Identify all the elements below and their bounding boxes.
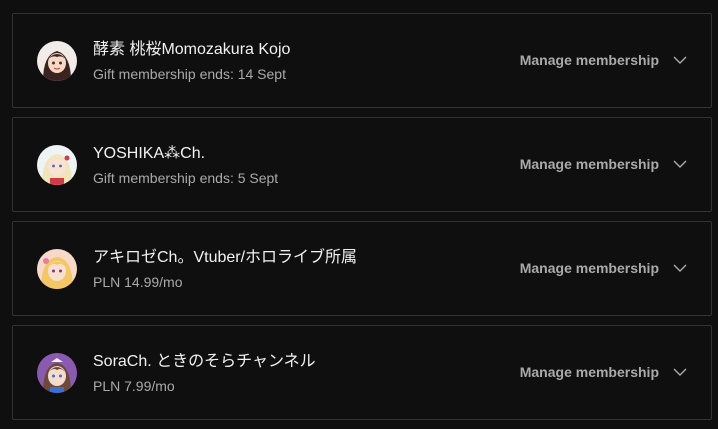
manage-membership-label: Manage membership	[519, 52, 659, 68]
membership-list: 酵素 桃桜Momozakura Kojo Gift membership end…	[12, 13, 712, 429]
membership-card: SoraCh. ときのそらチャンネル PLN 7.99/mo Manage me…	[12, 325, 712, 420]
membership-detail: PLN 14.99/mo	[93, 274, 183, 290]
channel-avatar[interactable]	[37, 41, 77, 81]
manage-membership-button[interactable]: Manage membership	[520, 362, 687, 382]
manage-membership-label: Manage membership	[519, 364, 659, 380]
chevron-down-icon[interactable]	[673, 157, 687, 171]
channel-name[interactable]: YOSHIKA⁂Ch.	[93, 143, 278, 165]
chevron-down-icon[interactable]	[673, 53, 687, 67]
chevron-down-icon[interactable]	[673, 261, 687, 275]
channel-name[interactable]: 酵素 桃桜Momozakura Kojo	[93, 39, 290, 61]
membership-card: YOSHIKA⁂Ch. Gift membership ends: 5 Sept…	[12, 117, 712, 212]
channel-avatar[interactable]	[37, 249, 77, 289]
membership-detail: Gift membership ends: 14 Sept	[93, 66, 286, 82]
channel-avatar[interactable]	[37, 145, 77, 185]
manage-membership-button[interactable]: Manage membership	[520, 154, 687, 174]
membership-card: 酵素 桃桜Momozakura Kojo Gift membership end…	[12, 13, 712, 108]
membership-detail: PLN 7.99/mo	[93, 378, 175, 394]
manage-membership-label: Manage membership	[519, 156, 659, 172]
channel-avatar[interactable]	[37, 353, 77, 393]
manage-membership-label: Manage membership	[519, 260, 659, 276]
manage-membership-button[interactable]: Manage membership	[520, 258, 687, 278]
membership-card: アキロゼCh。Vtuber/ホロライブ所属 PLN 14.99/mo Manag…	[12, 221, 712, 316]
manage-membership-button[interactable]: Manage membership	[520, 50, 687, 70]
avatar-image-icon	[37, 41, 77, 81]
avatar-image-icon	[37, 249, 77, 289]
membership-detail: Gift membership ends: 5 Sept	[93, 170, 279, 186]
channel-name[interactable]: SoraCh. ときのそらチャンネル	[93, 351, 316, 373]
avatar-image-icon	[37, 353, 77, 393]
channel-name[interactable]: アキロゼCh。Vtuber/ホロライブ所属	[93, 247, 357, 269]
avatar-image-icon	[37, 145, 77, 185]
chevron-down-icon[interactable]	[673, 365, 687, 379]
